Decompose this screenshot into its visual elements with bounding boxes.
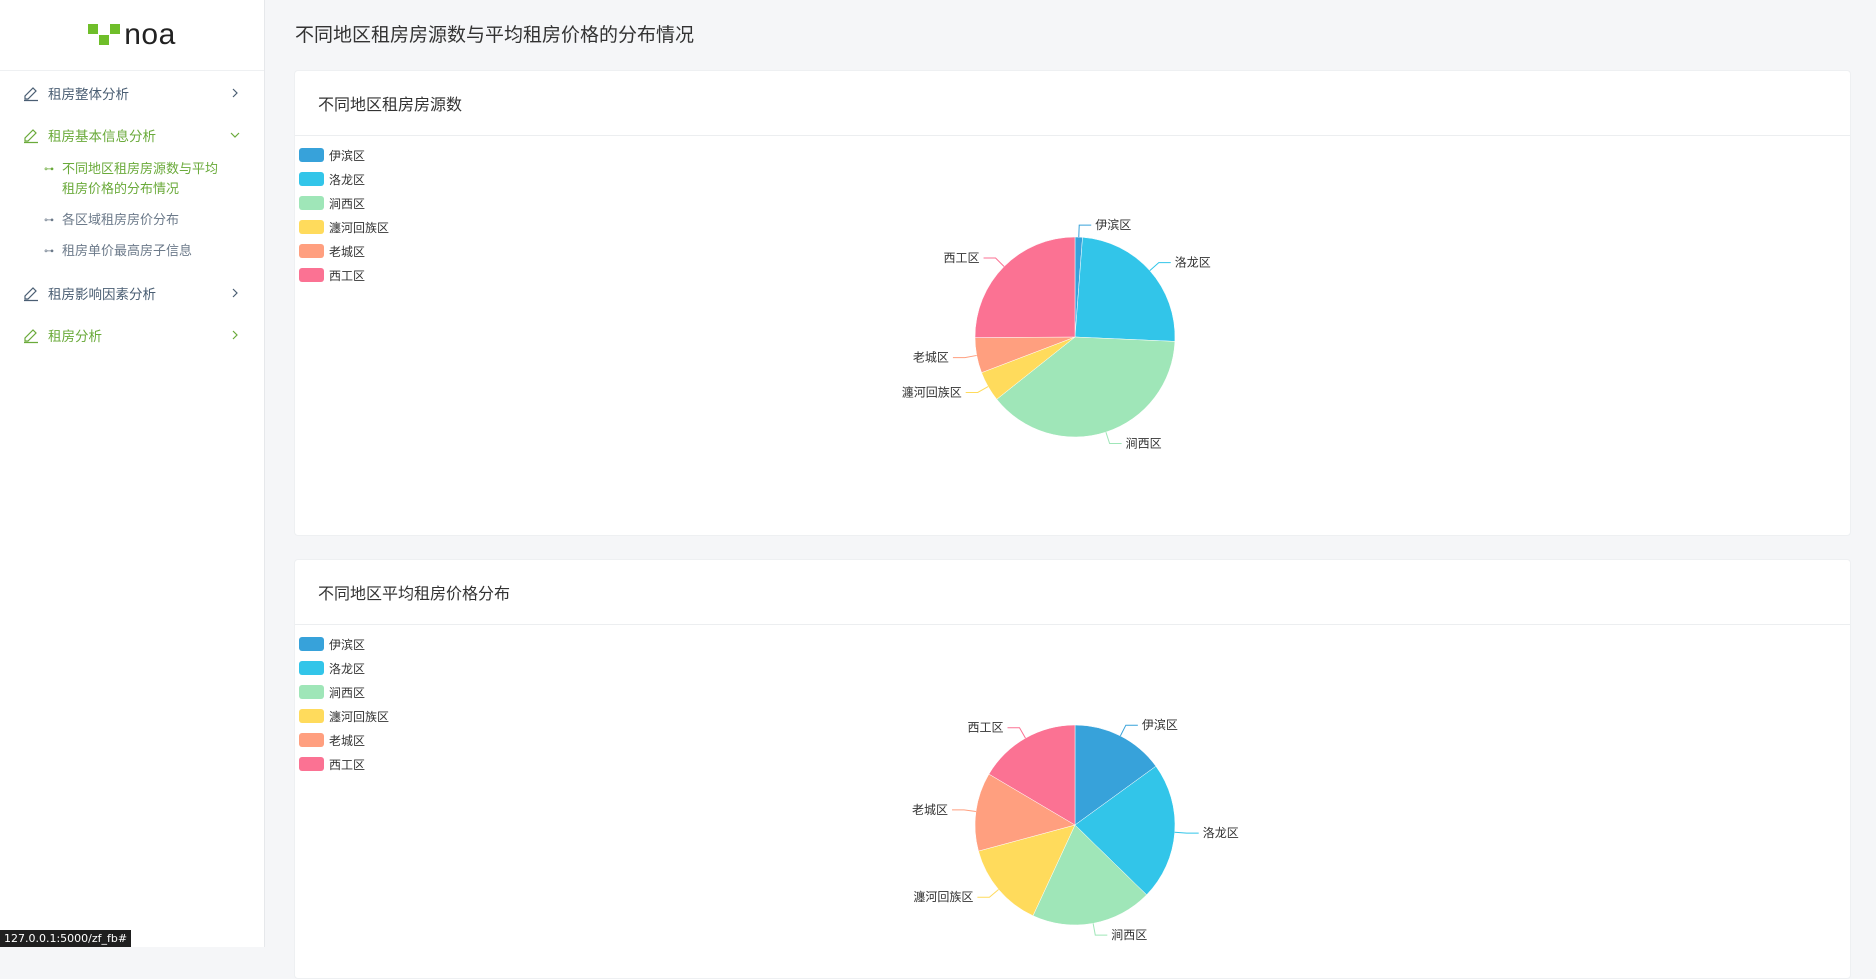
pie-leader-line [1106, 432, 1122, 443]
sidebar-item-rental-analysis[interactable]: 租房分析 [0, 314, 264, 356]
pie-slice[interactable] [1075, 237, 1175, 341]
sidebar-item-basic-info[interactable]: 租房基本信息分析 [0, 114, 264, 156]
chevron-right-icon [230, 288, 240, 298]
submenu-item-label: 不同地区租房房源数与平均租房价格的分布情况 [62, 160, 227, 200]
status-url: 127.0.0.1:5000/zf_fb# [0, 930, 131, 947]
sidebar: noa 租房整体分析 租房基本信息分析 ⊶ 不同地区租房房 [0, 0, 265, 947]
submenu-basic-info: ⊶ 不同地区租房房源数与平均租房价格的分布情况 ⊶ 各区域租房房价分布 ⊶ 租房… [0, 156, 264, 268]
chevron-right-icon [230, 88, 240, 98]
pie-leader-line [1175, 832, 1199, 833]
sidebar-item-factors[interactable]: 租房影响因素分析 [0, 272, 264, 314]
submenu-item-label: 租房单价最高房子信息 [62, 242, 227, 262]
main-content: 不同地区租房房源数与平均租房价格的分布情况 不同地区租房房源数 伊滨区洛龙区涧西… [266, 0, 1876, 947]
sidebar-item-overall[interactable]: 租房整体分析 [0, 72, 264, 114]
pie-slice-label: 老城区 [912, 803, 948, 817]
link-icon: ⊶ [44, 242, 62, 262]
pie-slice-label: 涧西区 [1111, 928, 1147, 942]
pie-chart-listing-count: 伊滨区洛龙区涧西区 瀍河回族区 老城区 西工区 [295, 71, 1851, 536]
pie-leader-line [984, 258, 1005, 266]
pie-chart-average-price: 伊滨区洛龙区涧西区 瀍河回族区 老城区 西工区 [295, 560, 1851, 979]
edit-icon [22, 326, 40, 344]
submenu-item-highest-price[interactable]: ⊶ 租房单价最高房子信息 [0, 237, 264, 268]
pie-slice-label: 西工区 [967, 721, 1003, 735]
pie-slice-label: 洛龙区 [1203, 825, 1239, 840]
pie-slice-label: 西工区 [944, 251, 980, 265]
sidebar-item-label: 租房整体分析 [48, 83, 230, 103]
pie-slice-label: 老城区 [913, 351, 949, 365]
pie-leader-line [966, 387, 988, 393]
pie-slice-label: 涧西区 [1126, 437, 1162, 451]
chevron-right-icon [230, 330, 240, 340]
logo-mark-icon [88, 24, 120, 46]
pie-leader-line [1079, 225, 1091, 237]
pie-slice-label: 洛龙区 [1175, 255, 1211, 270]
page-title: 不同地区租房房源数与平均租房价格的分布情况 [295, 20, 694, 47]
pie-slice[interactable] [975, 237, 1075, 338]
sidebar-item-label: 租房影响因素分析 [48, 283, 230, 303]
edit-icon [22, 84, 40, 102]
chart-card-listing-count: 不同地区租房房源数 伊滨区洛龙区涧西区瀍河回族区老城区西工区 伊滨区洛龙区涧西区… [294, 70, 1851, 536]
logo-text: noa [124, 18, 176, 52]
logo[interactable]: noa [0, 0, 264, 71]
sidebar-menu: 租房整体分析 租房基本信息分析 ⊶ 不同地区租房房源数与平均租房价格的分布情况 … [0, 72, 264, 356]
edit-icon [22, 126, 40, 144]
pie-leader-line [1150, 263, 1171, 271]
pie-leader-line [1120, 725, 1137, 736]
sidebar-item-label: 租房基本信息分析 [48, 125, 230, 145]
submenu-item-label: 各区域租房房价分布 [62, 211, 227, 231]
chart-card-average-price: 不同地区平均租房价格分布 伊滨区洛龙区涧西区瀍河回族区老城区西工区 伊滨区洛龙区… [294, 559, 1851, 979]
pie-slice-label: 瀍河回族区 [913, 889, 973, 904]
pie-leader-line [953, 355, 977, 357]
chevron-down-icon [230, 130, 240, 140]
pie-slice-label: 瀍河回族区 [902, 384, 962, 399]
sidebar-item-label: 租房分析 [48, 325, 230, 345]
pie-leader-line [1093, 923, 1107, 935]
pie-leader-line [1008, 728, 1026, 738]
link-icon: ⊶ [44, 211, 62, 231]
pie-slice-label: 伊滨区 [1142, 717, 1178, 732]
edit-icon [22, 284, 40, 302]
submenu-item-region-price[interactable]: ⊶ 各区域租房房价分布 [0, 206, 264, 237]
pie-leader-line [952, 810, 976, 812]
link-icon: ⊶ [44, 160, 62, 180]
pie-slice-label: 伊滨区 [1095, 217, 1131, 232]
submenu-item-distribution[interactable]: ⊶ 不同地区租房房源数与平均租房价格的分布情况 [0, 156, 264, 206]
pie-leader-line [977, 889, 998, 897]
